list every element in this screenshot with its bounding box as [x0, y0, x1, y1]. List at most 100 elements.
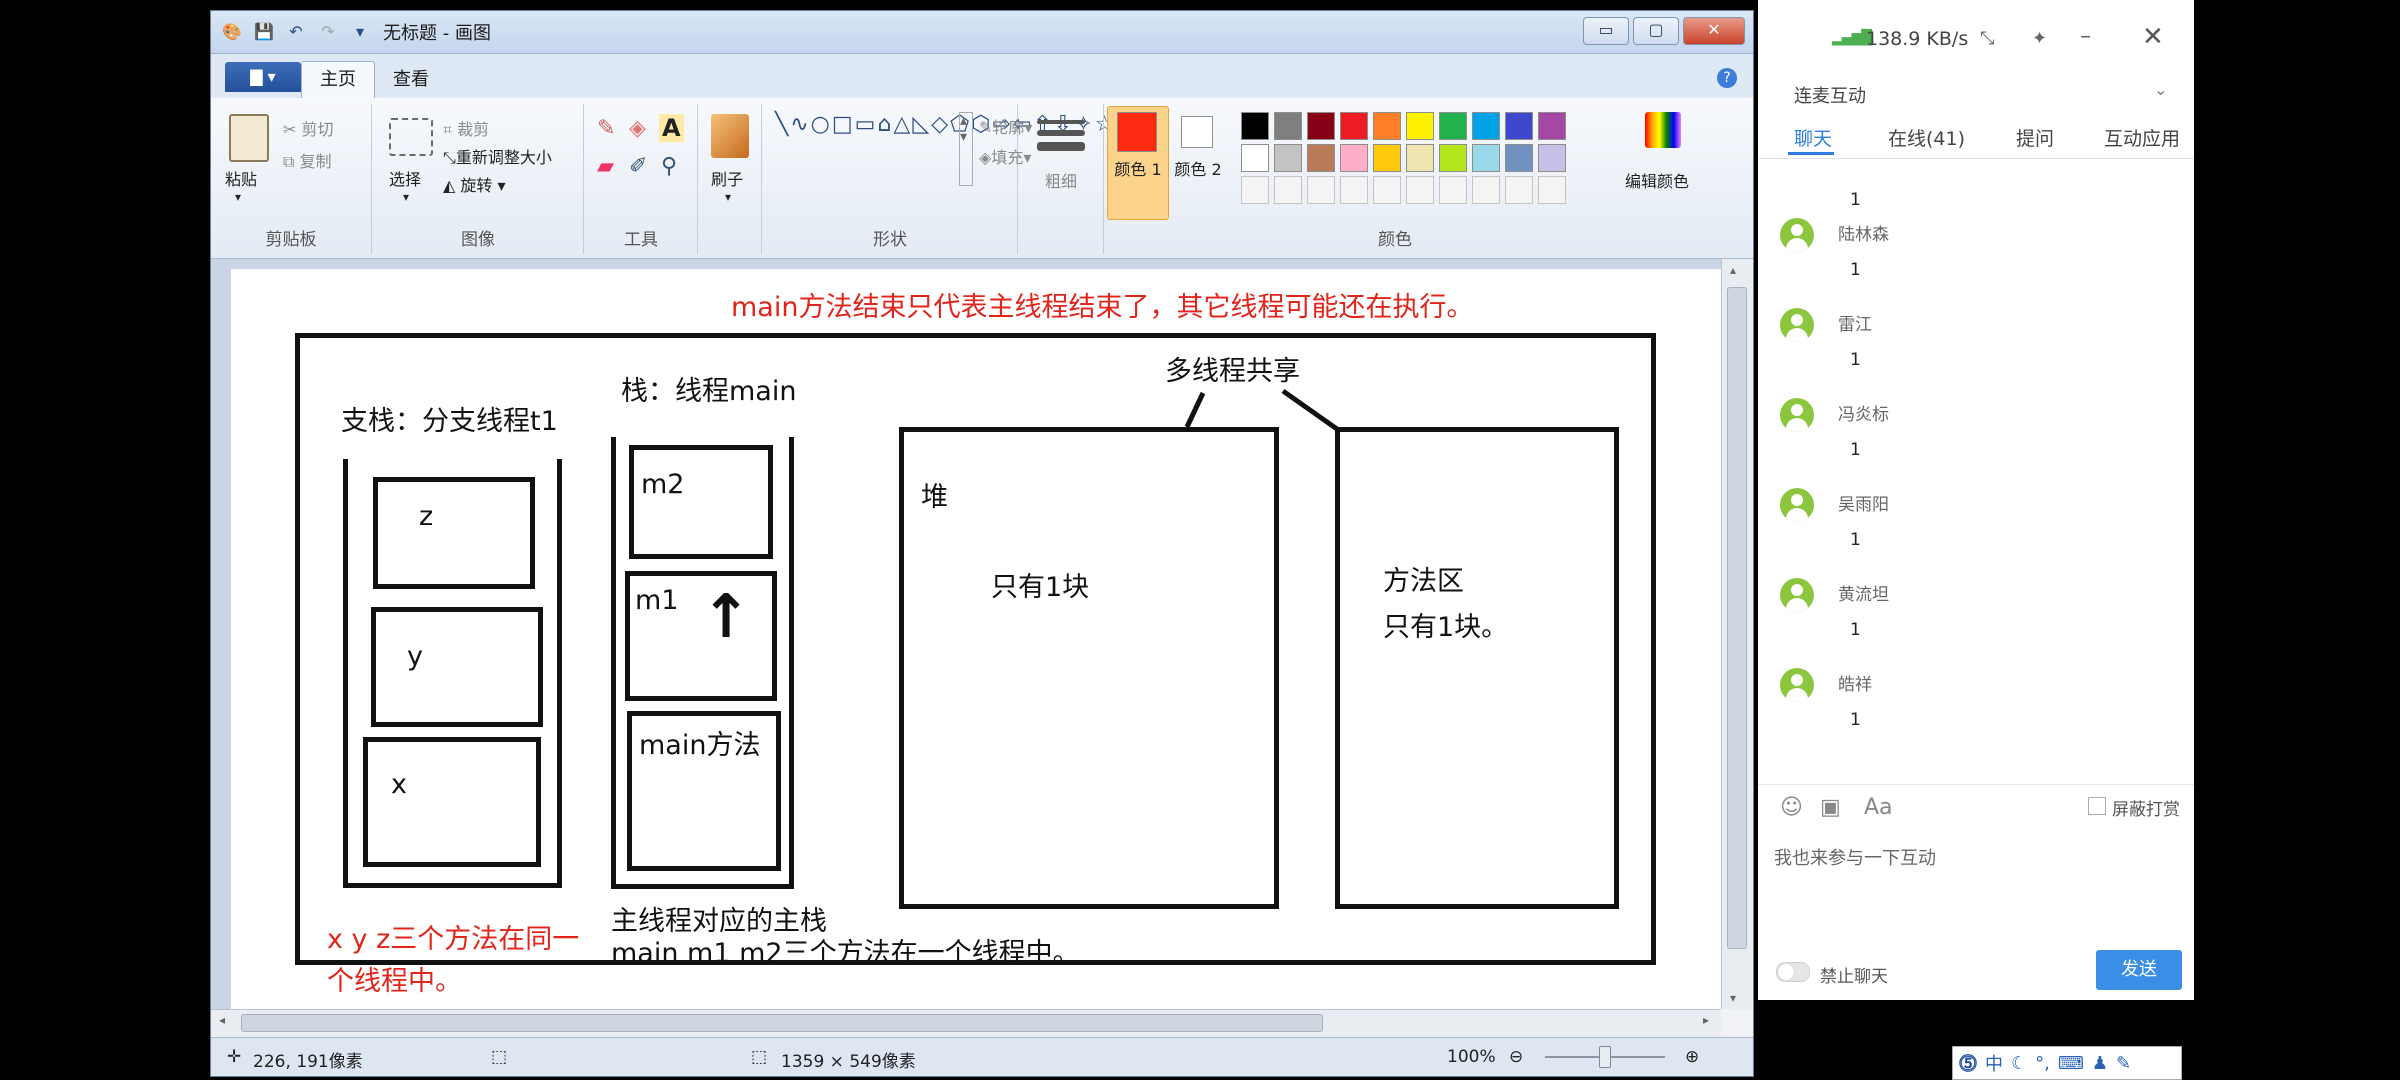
- ime-moon-icon[interactable]: ☾: [2011, 1053, 2027, 1074]
- avatar[interactable]: [1780, 488, 1814, 522]
- scroll-down-icon[interactable]: ▾: [1730, 991, 1736, 1005]
- chat-username[interactable]: 黄流坦: [1838, 580, 1889, 605]
- ime-mode[interactable]: 中: [1985, 1050, 2003, 1076]
- magnifier-icon[interactable]: ⚲: [661, 154, 677, 179]
- resize-icon[interactable]: ⤡: [1980, 28, 1994, 49]
- section-collapse-icon[interactable]: ⌄: [2154, 80, 2167, 99]
- palette-swatch[interactable]: [1538, 112, 1566, 140]
- zoom-out-icon[interactable]: ⊖: [1509, 1047, 1523, 1067]
- palette-custom-slot[interactable]: [1274, 176, 1302, 204]
- tab-home[interactable]: 主页: [301, 61, 375, 98]
- select-dropdown-icon[interactable]: ▾: [403, 190, 409, 204]
- palette-swatch[interactable]: [1241, 112, 1269, 140]
- chat-tab-chat[interactable]: 聊天: [1794, 124, 1832, 151]
- customize-dropdown-icon[interactable]: ▾: [349, 21, 371, 43]
- palette-swatch[interactable]: [1406, 112, 1434, 140]
- vertical-scrollbar[interactable]: ▴ ▾: [1721, 259, 1752, 1009]
- palette-swatch[interactable]: [1241, 144, 1269, 172]
- zoom-slider-thumb[interactable]: [1599, 1046, 1611, 1068]
- edit-colors-button[interactable]: 编辑颜色: [1625, 168, 1689, 192]
- mute-toggle[interactable]: [1776, 962, 1810, 982]
- brush-dropdown-icon[interactable]: ▾: [725, 190, 731, 204]
- palette-swatch[interactable]: [1274, 112, 1302, 140]
- scroll-up-icon[interactable]: ▴: [1730, 263, 1736, 277]
- fill-icon[interactable]: ◈: [629, 116, 646, 141]
- pencil-icon[interactable]: ✎: [597, 116, 615, 141]
- paste-icon[interactable]: [229, 114, 269, 162]
- palette-swatch[interactable]: [1340, 112, 1368, 140]
- brush-button[interactable]: 刷子: [711, 166, 743, 190]
- paste-dropdown-icon[interactable]: ▾: [235, 190, 241, 204]
- maximize-button[interactable]: ▢: [1633, 17, 1679, 45]
- horizontal-scroll-thumb[interactable]: [241, 1014, 1323, 1032]
- eraser-icon[interactable]: ▰: [597, 154, 614, 179]
- chat-tab-online[interactable]: 在线(41): [1888, 124, 1965, 151]
- horizontal-scrollbar[interactable]: ◂ ▸: [211, 1009, 1721, 1036]
- palette-swatch[interactable]: [1439, 112, 1467, 140]
- crop-button[interactable]: ⌗ 裁剪: [443, 116, 489, 140]
- paste-button[interactable]: 粘贴: [225, 166, 257, 190]
- avatar[interactable]: [1780, 578, 1814, 612]
- chat-input[interactable]: 我也来参与一下互动: [1758, 832, 2194, 952]
- help-icon[interactable]: ?: [1717, 68, 1737, 88]
- chat-username[interactable]: 吴雨阳: [1838, 490, 1889, 515]
- palette-swatch[interactable]: [1472, 112, 1500, 140]
- avatar[interactable]: [1780, 308, 1814, 342]
- chat-username[interactable]: 陆林森: [1838, 220, 1889, 245]
- palette-custom-slot[interactable]: [1373, 176, 1401, 204]
- color2-swatch[interactable]: [1181, 116, 1213, 148]
- palette-custom-slot[interactable]: [1406, 176, 1434, 204]
- redo-icon[interactable]: ↷: [317, 21, 339, 43]
- scroll-left-icon[interactable]: ◂: [219, 1013, 225, 1027]
- scroll-right-icon[interactable]: ▸: [1703, 1013, 1709, 1027]
- brush-icon[interactable]: [711, 114, 749, 158]
- palette-swatch[interactable]: [1340, 144, 1368, 172]
- palette-custom-slot[interactable]: [1340, 176, 1368, 204]
- minimize-button[interactable]: ▭: [1583, 17, 1629, 45]
- cut-button[interactable]: ✂ 剪切: [283, 116, 334, 140]
- palette-custom-slot[interactable]: [1538, 176, 1566, 204]
- palette-custom-slot[interactable]: [1472, 176, 1500, 204]
- palette-swatch[interactable]: [1307, 112, 1335, 140]
- chat-username[interactable]: 皓祥: [1838, 670, 1872, 695]
- rotate-button[interactable]: ◭ 旋转 ▾: [443, 172, 506, 196]
- palette-custom-slot[interactable]: [1505, 176, 1533, 204]
- avatar[interactable]: [1780, 218, 1814, 252]
- paint-menu-button[interactable]: ▇ ▾: [225, 62, 301, 92]
- select-button[interactable]: 选择: [389, 166, 421, 190]
- edit-colors-icon[interactable]: [1645, 112, 1681, 148]
- palette-swatch[interactable]: [1373, 112, 1401, 140]
- font-icon[interactable]: Aa: [1864, 795, 1893, 820]
- palette-swatch[interactable]: [1274, 144, 1302, 172]
- palette-swatch[interactable]: [1373, 144, 1401, 172]
- copy-button[interactable]: ⧉ 复制: [283, 148, 332, 172]
- undo-icon[interactable]: ↶: [285, 21, 307, 43]
- palette-custom-slot[interactable]: [1307, 176, 1335, 204]
- palette-swatch[interactable]: [1538, 144, 1566, 172]
- palette-custom-slot[interactable]: [1439, 176, 1467, 204]
- close-chat-icon[interactable]: ✕: [2142, 22, 2164, 52]
- palette-swatch[interactable]: [1472, 144, 1500, 172]
- palette-swatch[interactable]: [1439, 144, 1467, 172]
- avatar[interactable]: [1780, 398, 1814, 432]
- zoom-in-icon[interactable]: ⊕: [1685, 1047, 1699, 1067]
- chat-username[interactable]: 雷江: [1838, 310, 1872, 335]
- chat-tab-questions[interactable]: 提问: [2016, 124, 2054, 151]
- close-button[interactable]: ✕: [1683, 17, 1745, 45]
- tab-view[interactable]: 查看: [375, 62, 447, 98]
- size-button[interactable]: 粗细: [1039, 168, 1083, 192]
- palette-custom-slot[interactable]: [1241, 176, 1269, 204]
- resize-button[interactable]: ⤡重新调整大小: [443, 144, 552, 168]
- select-icon[interactable]: [389, 118, 433, 156]
- ime-settings-icon[interactable]: ✎: [2116, 1053, 2131, 1074]
- emoji-icon[interactable]: ☺: [1780, 795, 1803, 820]
- chat-tab-apps[interactable]: 互动应用: [2104, 124, 2180, 151]
- save-icon[interactable]: 💾: [253, 21, 275, 43]
- palette-swatch[interactable]: [1505, 144, 1533, 172]
- vertical-scroll-thumb[interactable]: [1727, 287, 1747, 949]
- text-tool-icon[interactable]: A: [659, 114, 684, 142]
- image-icon[interactable]: ▣: [1820, 795, 1841, 820]
- chat-username[interactable]: 冯炎标: [1838, 400, 1889, 425]
- ime-keyboard-icon[interactable]: ⌨: [2058, 1053, 2084, 1074]
- minimize-chat-icon[interactable]: –: [2080, 24, 2091, 49]
